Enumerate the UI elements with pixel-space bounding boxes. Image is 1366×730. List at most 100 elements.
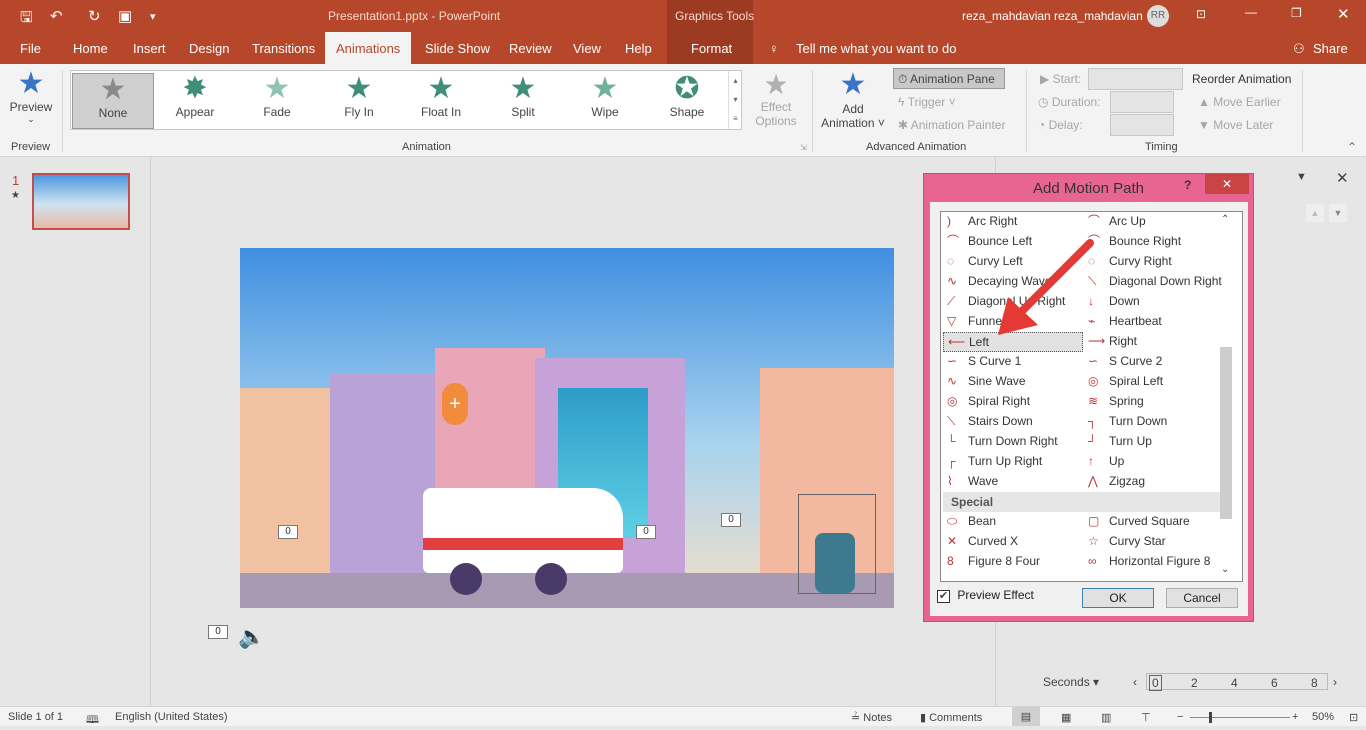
ok-button[interactable]: OK xyxy=(1082,588,1154,608)
slide-canvas[interactable]: + 0 0 0 xyxy=(240,248,894,608)
motion-path-bean[interactable]: ⬭ Bean xyxy=(943,512,1083,532)
timeline-scroll-right[interactable]: › xyxy=(1333,675,1337,689)
effect-options-button[interactable]: ★ Effect Options xyxy=(748,70,804,129)
gallery-scroll[interactable]: ▴ ▾ ≡ xyxy=(728,71,742,129)
reading-view-icon[interactable]: ▥ xyxy=(1101,711,1111,724)
restore-icon[interactable]: ❐ xyxy=(1291,6,1302,20)
present-icon[interactable]: ▣ xyxy=(118,7,132,25)
pane-close-icon[interactable]: ✕ xyxy=(1336,169,1349,187)
gallery-wipe[interactable]: ★ Wipe xyxy=(564,73,646,129)
user-name[interactable]: reza_mahdavian reza_mahdavian xyxy=(962,9,1143,23)
motion-path-turn-down-right[interactable]: └ Turn Down Right xyxy=(943,432,1083,452)
move-later-button[interactable]: ▼ Move Later xyxy=(1198,118,1273,132)
gallery-float-in[interactable]: ★ Float In xyxy=(400,73,482,129)
motion-path-s-curve-2[interactable]: ∽ S Curve 2 xyxy=(1084,352,1224,372)
slide-sorter-icon[interactable]: ▦ xyxy=(1061,711,1071,724)
seconds-dropdown[interactable]: Seconds ▾ xyxy=(1043,675,1099,689)
gallery-appear[interactable]: ✸ Appear xyxy=(154,73,236,129)
motion-path-right[interactable]: ⟶ Right xyxy=(1084,332,1224,352)
motion-path-spiral-left[interactable]: ◎ Spiral Left xyxy=(1084,372,1224,392)
motion-path-diagonal-down-right[interactable]: ⟍ Diagonal Down Right xyxy=(1084,272,1224,292)
motion-path-spring[interactable]: ≋ Spring xyxy=(1084,392,1224,412)
customize-qat-icon[interactable]: ▾ xyxy=(150,10,156,23)
motion-path-down[interactable]: ↓ Down xyxy=(1084,292,1224,312)
list-scrollbar[interactable]: ⌃ ⌄ xyxy=(1218,212,1234,581)
move-up-icon[interactable]: ▲ xyxy=(1306,204,1324,222)
preview-effect-checkbox[interactable]: ✔ Preview Effect xyxy=(937,588,1034,603)
gallery-none[interactable]: ★ None xyxy=(72,73,154,129)
audio-animation-badge[interactable]: 0 xyxy=(208,625,228,639)
animation-painter-button[interactable]: ✱ Animation Painter xyxy=(898,118,1005,132)
language-indicator[interactable]: English (United States) xyxy=(115,711,228,723)
share-button[interactable]: Share xyxy=(1313,41,1348,56)
motion-path-curved-x[interactable]: ✕ Curved X xyxy=(943,532,1083,552)
scroll-thumb[interactable] xyxy=(1220,347,1232,519)
duration-spinner[interactable] xyxy=(1110,91,1174,113)
animation-order-badge[interactable]: 0 xyxy=(278,525,298,539)
motion-path-turn-up[interactable]: ┘ Turn Up xyxy=(1084,432,1224,452)
slide-thumbnail[interactable] xyxy=(32,173,130,230)
motion-path-up[interactable]: ↑ Up xyxy=(1084,452,1224,472)
dialog-launcher-icon[interactable]: ⇲ xyxy=(800,143,807,152)
tab-slide-show[interactable]: Slide Show xyxy=(425,41,490,56)
motion-path-curved-square[interactable]: ▢ Curved Square xyxy=(1084,512,1224,532)
tab-home[interactable]: Home xyxy=(73,41,108,56)
zoom-level[interactable]: 50% xyxy=(1312,711,1334,723)
gallery-fly-in[interactable]: ★ Fly In xyxy=(318,73,400,129)
animation-order-badge[interactable]: 0 xyxy=(636,525,656,539)
animation-order-badge[interactable]: 0 xyxy=(721,513,741,527)
motion-path-zigzag[interactable]: ⋀ Zigzag xyxy=(1084,472,1224,492)
tab-file[interactable]: File xyxy=(20,41,41,56)
motion-path-curvy-star[interactable]: ☆ Curvy Star xyxy=(1084,532,1224,552)
zoom-slider[interactable] xyxy=(1190,717,1290,718)
motion-path-wave[interactable]: ⌇ Wave xyxy=(943,472,1083,492)
save-icon[interactable]: 🖫 xyxy=(20,7,33,32)
comments-button[interactable]: ▮ Comments xyxy=(920,711,982,724)
gallery-split[interactable]: ★ Split xyxy=(482,73,564,129)
trigger-button[interactable]: ϟ Trigger ˅ xyxy=(898,95,956,109)
motion-path-curvy-right[interactable]: ◌ Curvy Right xyxy=(1084,252,1224,272)
motion-path-turn-up-right[interactable]: ┌ Turn Up Right xyxy=(943,452,1083,472)
share-icon[interactable]: ⚇ xyxy=(1293,41,1305,57)
tell-me-search[interactable]: Tell me what you want to do xyxy=(796,41,956,56)
preview-button[interactable]: ★ Preview ⌄ xyxy=(6,68,56,125)
normal-view-icon[interactable]: ▤ xyxy=(1012,707,1040,726)
slideshow-icon[interactable]: ⊤ xyxy=(1141,711,1151,724)
motion-path-spiral-right[interactable]: ◎ Spiral Right xyxy=(943,392,1083,412)
motion-path-arc-up[interactable]: ⌒ Arc Up xyxy=(1084,212,1224,232)
zoom-out-button[interactable]: − xyxy=(1177,711,1183,723)
tab-format[interactable]: Format xyxy=(691,41,732,56)
delay-spinner[interactable] xyxy=(1110,114,1174,136)
redo-icon[interactable]: ↻ xyxy=(88,7,101,25)
motion-path-turn-down[interactable]: ┐ Turn Down xyxy=(1084,412,1224,432)
ribbon-display-icon[interactable]: ⊡ xyxy=(1196,7,1206,21)
tab-transitions[interactable]: Transitions xyxy=(252,41,315,56)
timeline-scroll-left[interactable]: ‹ xyxy=(1133,675,1137,689)
motion-path-s-curve-1[interactable]: ∽ S Curve 1 xyxy=(943,352,1083,372)
speaker-icon[interactable]: 🔈 xyxy=(238,624,265,650)
fit-slide-icon[interactable]: ⊡ xyxy=(1349,711,1358,724)
zoom-in-button[interactable]: + xyxy=(1292,711,1298,723)
tab-insert[interactable]: Insert xyxy=(133,41,166,56)
undo-icon[interactable]: ↶ xyxy=(50,7,63,25)
add-animation-button[interactable]: ★ Add Animation ˅ xyxy=(818,68,888,130)
motion-path-arc-right[interactable]: ) Arc Right xyxy=(943,212,1083,232)
close-icon[interactable]: ✕ xyxy=(1337,5,1350,23)
move-down-icon[interactable]: ▼ xyxy=(1329,204,1347,222)
spell-check-icon[interactable]: 🕮 xyxy=(86,711,99,730)
motion-path-heartbeat[interactable]: ⌁ Heartbeat xyxy=(1084,312,1224,332)
start-dropdown[interactable] xyxy=(1088,68,1183,90)
motion-path-stairs-down[interactable]: ⟍ Stairs Down xyxy=(943,412,1083,432)
motion-path-horizontal-figure-8[interactable]: ∞ Horizontal Figure 8 xyxy=(1084,552,1224,572)
avatar[interactable]: RR xyxy=(1147,5,1169,27)
tab-design[interactable]: Design xyxy=(189,41,229,56)
pane-options-icon[interactable]: ▼ xyxy=(1296,171,1307,183)
motion-path-figure-8-four[interactable]: 8 Figure 8 Four xyxy=(943,552,1083,572)
notes-button[interactable]: ≟ Notes xyxy=(851,711,892,724)
minimize-icon[interactable]: — xyxy=(1245,5,1257,19)
gallery-shape[interactable]: ✪ Shape xyxy=(646,73,728,129)
gallery-fade[interactable]: ★ Fade xyxy=(236,73,318,129)
cancel-button[interactable]: Cancel xyxy=(1166,588,1238,608)
move-earlier-button[interactable]: ▲ Move Earlier xyxy=(1198,95,1281,109)
help-button[interactable]: ? xyxy=(1184,178,1191,192)
